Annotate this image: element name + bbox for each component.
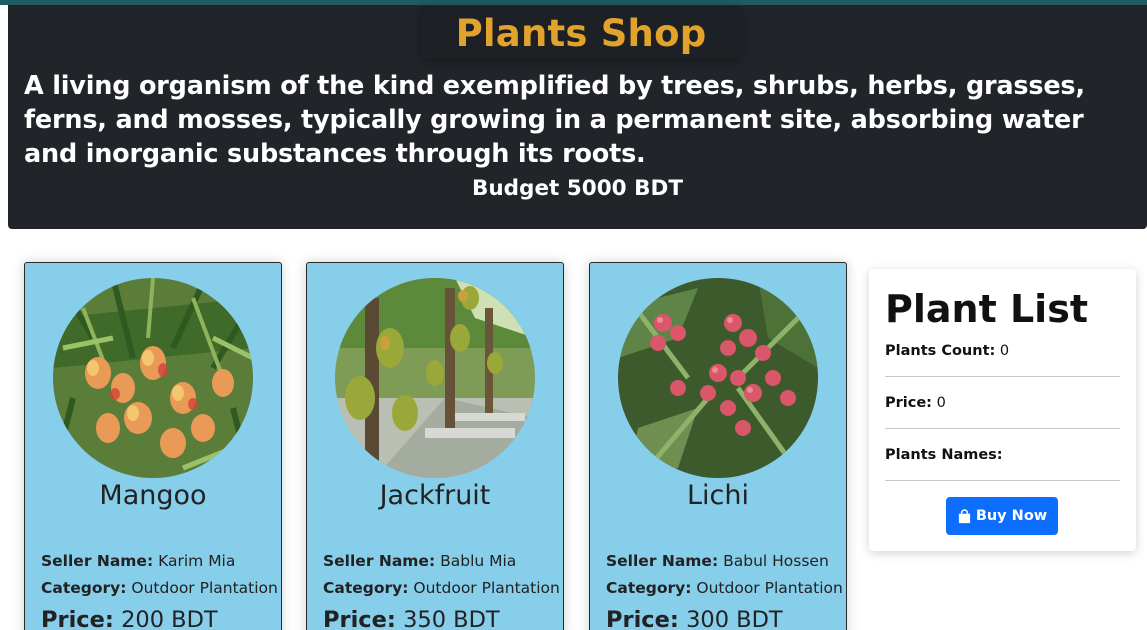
price-value: 300 BDT xyxy=(686,607,783,630)
plant-image xyxy=(618,278,818,478)
seller-label: Seller Name: xyxy=(41,552,154,570)
plant-name: Lichi xyxy=(686,480,749,511)
divider xyxy=(885,480,1120,481)
shop-header: Plants Shop A living organism of the kin… xyxy=(8,5,1147,229)
seller-label: Seller Name: xyxy=(323,552,436,570)
divider xyxy=(885,376,1120,377)
category-value: Outdoor Plantation xyxy=(131,579,278,597)
plant-name: Mangoo xyxy=(99,480,207,511)
plants-count-value: 0 xyxy=(999,343,1010,359)
price-label: Price: xyxy=(41,607,114,630)
plant-name: Jackfruit xyxy=(379,480,491,511)
price-line: Price: 200 BDT xyxy=(41,607,218,630)
plant-card-mangoo: Mangoo Seller Name: Karim Mia Category: … xyxy=(24,262,282,630)
category-label: Category: xyxy=(41,579,127,597)
category-label: Category: xyxy=(606,579,692,597)
price-label: Price: xyxy=(323,607,396,630)
shopping-bag-icon xyxy=(958,508,970,523)
plants-count-row: Plants Count: 0 xyxy=(885,343,1120,359)
price-total-value: 0 xyxy=(936,395,946,411)
category-value: Outdoor Plantation xyxy=(413,579,560,597)
category-line: Category: Outdoor Plantation xyxy=(41,579,278,597)
seller-line: Seller Name: Karim Mia xyxy=(41,552,235,570)
price-value: 200 BDT xyxy=(121,607,218,630)
category-line: Category: Outdoor Plantation xyxy=(606,579,843,597)
price-row: Price: 0 xyxy=(885,395,1120,411)
seller-line: Seller Name: Babul Hossen xyxy=(606,552,829,570)
plant-list-title: Plant List xyxy=(885,287,1088,331)
plant-list-panel: Plant List Plants Count: 0 Price: 0 Plan… xyxy=(869,269,1136,551)
divider xyxy=(885,428,1120,429)
seller-label: Seller Name: xyxy=(606,552,719,570)
price-line: Price: 300 BDT xyxy=(606,607,783,630)
buy-now-label: Buy Now xyxy=(975,508,1048,524)
budget-text: Budget 5000 BDT xyxy=(471,176,684,201)
plants-names-row: Plants Names: xyxy=(885,447,1120,463)
plants-count-label: Plants Count: xyxy=(885,343,996,359)
seller-value: Karim Mia xyxy=(158,552,236,570)
page-title: Plants Shop xyxy=(455,11,707,55)
shop-description: A living organism of the kind exemplifie… xyxy=(24,71,1085,169)
price-value: 350 BDT xyxy=(403,607,500,630)
plant-image xyxy=(53,278,253,478)
plant-card-jackfruit: Jackfruit Seller Name: Bablu Mia Categor… xyxy=(306,262,564,630)
seller-line: Seller Name: Bablu Mia xyxy=(323,552,516,570)
category-label: Category: xyxy=(323,579,409,597)
buy-now-button[interactable]: Buy Now xyxy=(946,497,1058,535)
seller-value: Babul Hossen xyxy=(723,552,829,570)
price-total-label: Price: xyxy=(885,395,932,411)
seller-value: Bablu Mia xyxy=(440,552,517,570)
price-line: Price: 350 BDT xyxy=(323,607,500,630)
price-label: Price: xyxy=(606,607,679,630)
plants-names-label: Plants Names: xyxy=(885,447,1003,463)
title-box: Plants Shop xyxy=(421,7,741,59)
category-line: Category: Outdoor Plantation xyxy=(323,579,560,597)
plant-card-lichi: Lichi Seller Name: Babul Hossen Category… xyxy=(589,262,847,630)
category-value: Outdoor Plantation xyxy=(696,579,843,597)
plant-image xyxy=(335,278,535,478)
